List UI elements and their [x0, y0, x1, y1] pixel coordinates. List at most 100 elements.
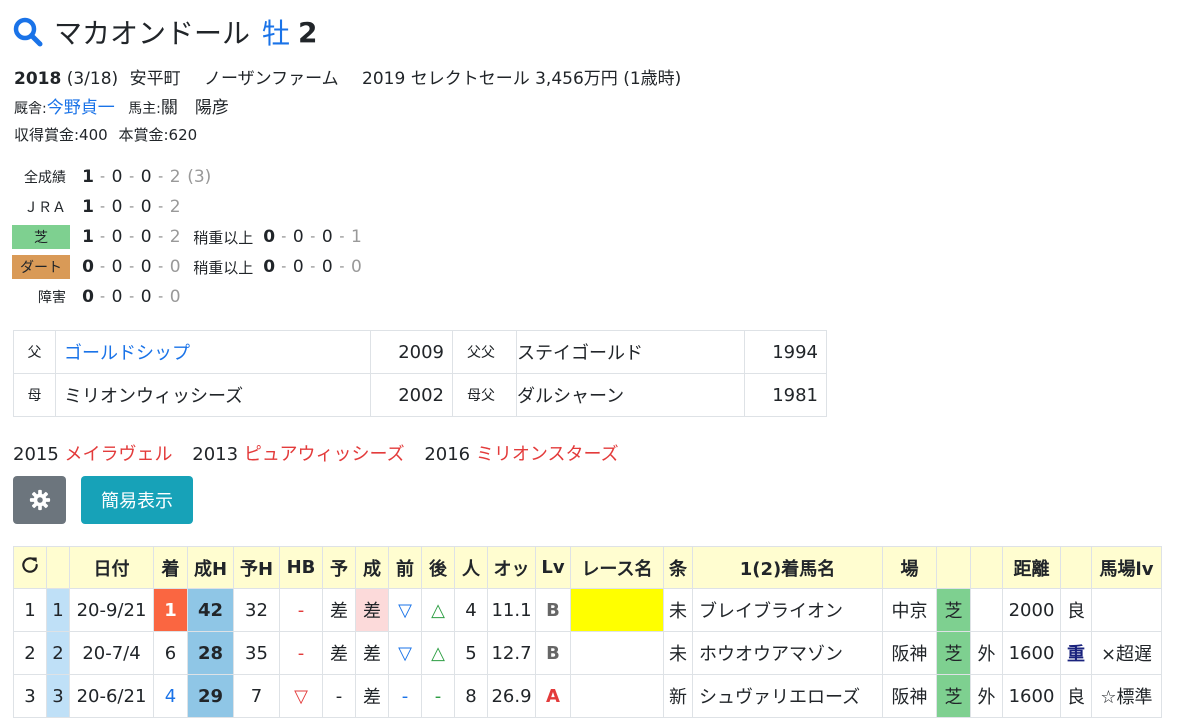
- record-value: 1: [82, 167, 94, 187]
- horse-age: 2: [298, 15, 318, 49]
- table-row[interactable]: 3 3 20-6/21 4 29 7 ▽ - 差 - - 8 26.9 A 新 …: [13, 674, 1162, 718]
- race-name[interactable]: [570, 631, 664, 675]
- winner-name[interactable]: ブレイブライオン: [692, 588, 883, 632]
- record-value: 0: [140, 167, 152, 187]
- horse-sex: 牡: [262, 17, 291, 50]
- front-mark: ▽: [388, 588, 422, 632]
- record-value: 0: [111, 197, 123, 217]
- record-value: 2: [169, 227, 181, 247]
- sibling-link[interactable]: ピュアウィッシーズ: [244, 444, 405, 465]
- sire-sire: ステイゴールド: [516, 330, 745, 374]
- dam-label: 母: [13, 373, 56, 417]
- settings-button[interactable]: [13, 476, 66, 524]
- race-history-table: 日付 着 成H 予H HB 予 成 前 後 人 オッ Lv レース名 条 1(2…: [13, 546, 1162, 718]
- sep: -: [100, 289, 106, 305]
- hb: -: [279, 631, 323, 675]
- col-header[interactable]: 予H: [233, 546, 280, 589]
- col-header[interactable]: 成: [355, 546, 389, 589]
- col-header[interactable]: HB: [279, 546, 323, 589]
- sire-sire-label: 父父: [452, 330, 517, 374]
- sire-sire-year: 1994: [744, 330, 827, 374]
- sire-sire-label-text: 父父: [467, 345, 495, 361]
- score-yh: 7: [233, 674, 280, 718]
- col-header[interactable]: Lv: [535, 546, 571, 589]
- col-header[interactable]: [936, 546, 971, 589]
- record-extra: (3): [187, 167, 212, 187]
- turf-badge: 芝: [12, 225, 70, 249]
- col-header[interactable]: 後: [421, 546, 455, 589]
- winner-name[interactable]: シュヴァリエローズ: [692, 674, 883, 718]
- record-value: 0: [321, 227, 333, 247]
- sire-link[interactable]: ゴールドシップ: [64, 343, 190, 364]
- table-row[interactable]: 2 2 20-7/4 6 28 35 - 差 差 ▽ △ 5 12.7 B 未 …: [13, 631, 1162, 675]
- going: 良: [1060, 674, 1092, 718]
- col-header[interactable]: [970, 546, 1003, 589]
- main-prize: 本賞金:620: [118, 126, 198, 144]
- col-header[interactable]: 条: [663, 546, 693, 589]
- back-mark: -: [421, 674, 455, 718]
- finish-rank: 4: [153, 674, 188, 718]
- sep: -: [100, 199, 106, 215]
- col-header[interactable]: 日付: [69, 546, 154, 589]
- distance: 1600: [1002, 674, 1061, 718]
- search-icon[interactable]: [12, 16, 44, 48]
- page-title: マカオンドール 牡 2: [12, 12, 318, 52]
- sep: -: [310, 259, 316, 275]
- col-header[interactable]: 馬場lv: [1091, 546, 1162, 589]
- col-header[interactable]: [1060, 546, 1092, 589]
- refresh-icon[interactable]: [20, 555, 40, 575]
- distance: 1600: [1002, 631, 1061, 675]
- hb: ▽: [279, 674, 323, 718]
- sep: -: [339, 229, 345, 245]
- table-row[interactable]: 1 1 20-9/21 1 42 32 - 差 差 ▽ △ 4 11.1 B 未…: [13, 588, 1162, 632]
- sibling-link[interactable]: メイラヴェル: [65, 444, 173, 465]
- race-name[interactable]: [570, 588, 664, 632]
- sep: -: [100, 229, 106, 245]
- col-header[interactable]: 人: [454, 546, 488, 589]
- winner-name[interactable]: ホウオウアマゾン: [692, 631, 883, 675]
- row-number: 1: [13, 588, 47, 632]
- record-value: 0: [292, 257, 304, 277]
- record-value: 0: [263, 227, 276, 247]
- record-value: 0: [263, 257, 276, 277]
- sep: -: [129, 289, 135, 305]
- race-class: 未: [663, 631, 693, 675]
- race-date: 20-9/21: [69, 588, 154, 632]
- back-mark: △: [421, 588, 455, 632]
- row-number: 3: [13, 674, 47, 718]
- record-all: 全成績 1- 0- 0- 2 (3): [12, 162, 364, 192]
- surface: 芝: [936, 588, 971, 632]
- dam-year: 2002: [370, 373, 453, 417]
- race-name[interactable]: [570, 674, 664, 718]
- col-header[interactable]: 予: [322, 546, 356, 589]
- going: 重: [1060, 631, 1092, 675]
- record-label: 全成績: [24, 170, 66, 186]
- refresh-header[interactable]: [13, 546, 47, 589]
- col-header[interactable]: レース名: [570, 546, 664, 589]
- back-mark: △: [421, 631, 455, 675]
- col-header[interactable]: 前: [388, 546, 422, 589]
- dam-sire-label-text: 母父: [467, 388, 495, 404]
- table-header: 日付 着 成H 予H HB 予 成 前 後 人 オッ Lv レース名 条 1(2…: [13, 546, 1162, 589]
- simple-view-button[interactable]: 簡易表示: [81, 476, 193, 524]
- connections: 厩舎:今野貞一 馬主:關 陽彦: [14, 93, 229, 118]
- row-index: 1: [46, 588, 70, 632]
- record-label: 障害: [38, 290, 66, 306]
- col-header[interactable]: 1(2)着馬名: [692, 546, 883, 589]
- stable-label: 厩舎:: [14, 101, 47, 117]
- trainer-link[interactable]: 今野貞一: [47, 98, 115, 118]
- dam: ミリオンウィッシーズ: [55, 373, 371, 417]
- race-level: B: [535, 588, 571, 632]
- col-header[interactable]: オッ: [487, 546, 536, 589]
- record-value: 1: [82, 197, 94, 217]
- sep: -: [158, 289, 164, 305]
- sire-label: 父: [13, 330, 56, 374]
- col-header[interactable]: 場: [882, 546, 937, 589]
- col-header[interactable]: 成H: [187, 546, 234, 589]
- col-header[interactable]: [46, 546, 70, 589]
- col-header[interactable]: 距離: [1002, 546, 1061, 589]
- sep: -: [129, 229, 135, 245]
- record-label: ＪＲＡ: [24, 200, 66, 216]
- col-header[interactable]: 着: [153, 546, 188, 589]
- sibling-link[interactable]: ミリオンスターズ: [476, 444, 619, 465]
